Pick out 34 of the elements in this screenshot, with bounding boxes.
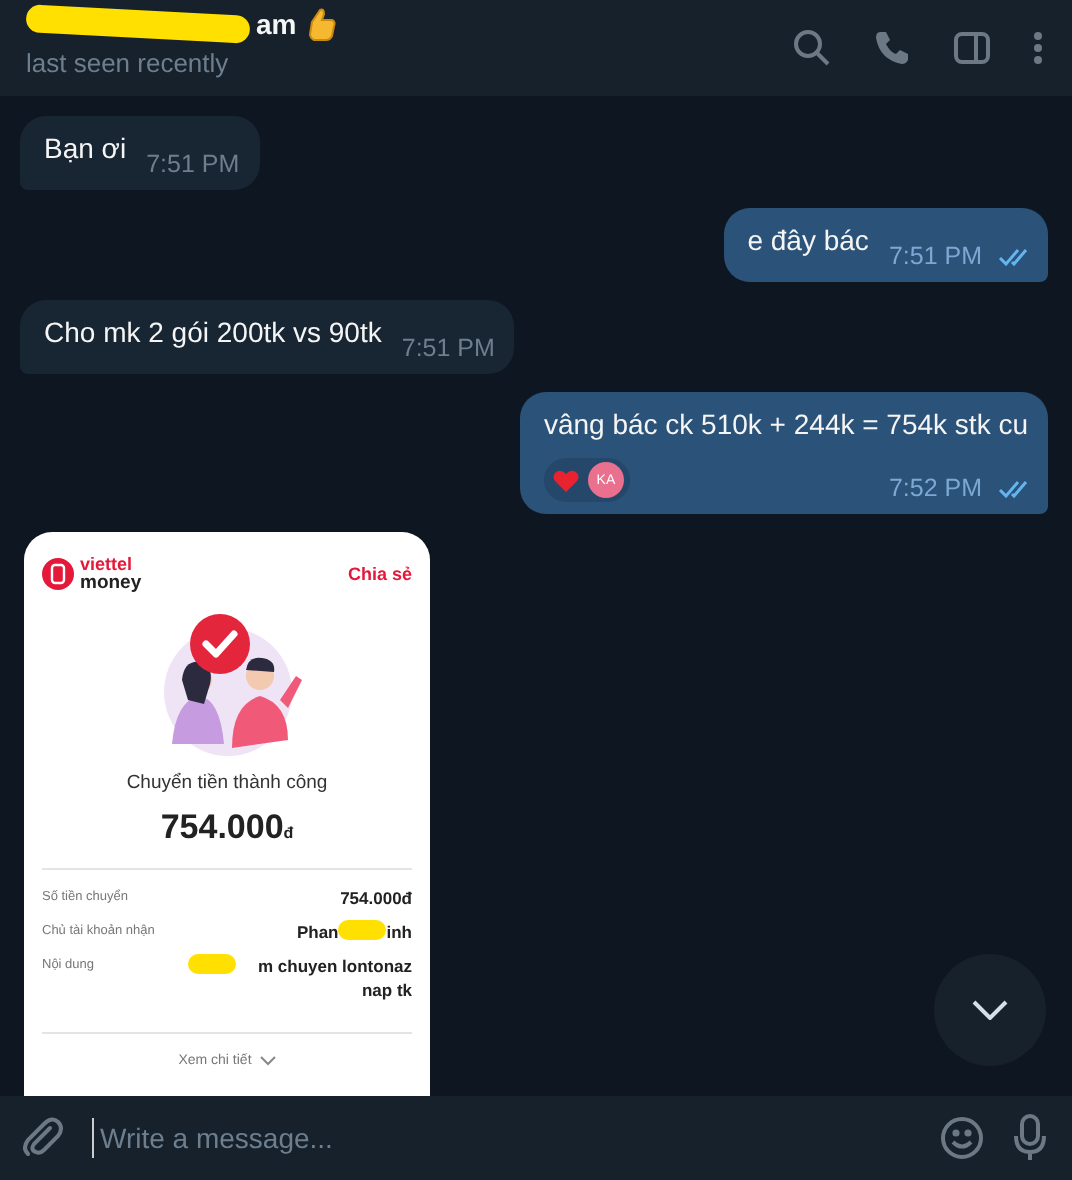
message-input[interactable]: Write a message... [92, 1118, 912, 1158]
redaction-mark [338, 920, 387, 940]
amount-text: 754.000đ [158, 808, 296, 848]
value-text: 754.000đ [340, 886, 412, 910]
value-text: inh [386, 920, 412, 944]
emoji-icon[interactable] [940, 1116, 984, 1160]
brand-name: viettel [80, 556, 135, 574]
more-icon[interactable] [1032, 28, 1044, 68]
chevron-down-icon [259, 1056, 276, 1066]
microphone-icon[interactable] [1012, 1114, 1048, 1162]
status-text: Chuyển tiền thành công [124, 772, 330, 794]
search-icon[interactable] [792, 28, 832, 68]
message-text: Bạn ơi [44, 130, 127, 168]
share-link[interactable]: Chia sẻ [347, 564, 412, 584]
brand-name: money [80, 574, 142, 592]
chat-title: am [256, 8, 297, 40]
message-time: 7:51 PM [401, 334, 495, 362]
chevron-down-icon [972, 1000, 1008, 1020]
sidebar-icon[interactable] [952, 28, 992, 68]
logo-icon [42, 558, 74, 590]
message-time: 7:51 PM [146, 150, 240, 178]
phone-icon[interactable] [872, 28, 912, 68]
message-text: e đây bác [747, 222, 869, 260]
value-text: Phan [296, 920, 339, 944]
message-time: 7:51 PM [888, 242, 982, 270]
paperclip-icon[interactable] [20, 1116, 64, 1160]
message-text: vâng bác ck 510k + 244k = 754k stk cu [543, 406, 1028, 444]
last-seen-status: last seen recently [26, 48, 231, 78]
message-time: 7:52 PM [888, 474, 982, 502]
value-text: m chuyen lontonaz nap tk [256, 954, 412, 1002]
message-composer[interactable]: Write a message... [0, 1096, 1072, 1180]
redaction-mark [188, 954, 236, 974]
heart-icon [551, 467, 580, 493]
message-text: Cho mk 2 gói 200tk vs 90tk [44, 314, 382, 352]
